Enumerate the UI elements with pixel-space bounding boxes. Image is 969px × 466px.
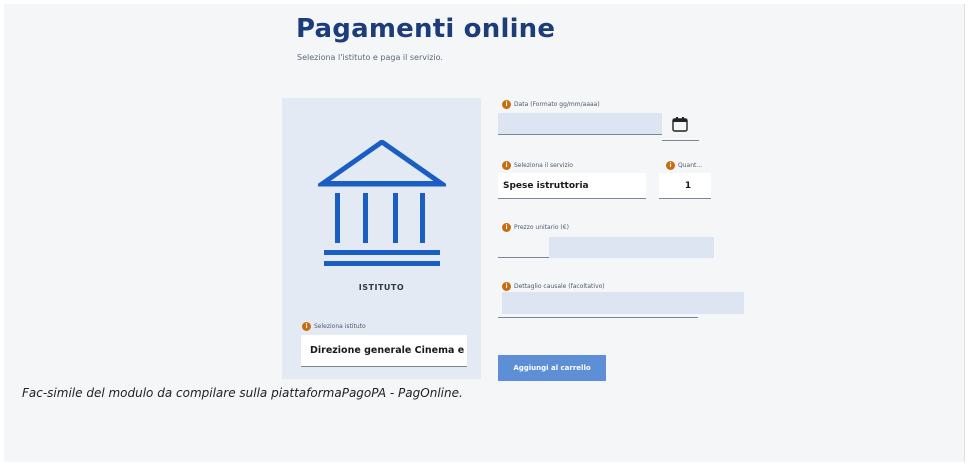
reason-label-text: Dettaglio causale (facoltativo): [514, 283, 605, 290]
add-to-cart-button[interactable]: Aggiungi al carrello: [498, 355, 606, 381]
page-title: Pagamenti online: [296, 14, 556, 44]
unit-price-input[interactable]: [549, 237, 714, 258]
unit-price-label-text: Prezzo unitario (€): [514, 224, 569, 231]
service-label: i Seleziona il servizio: [502, 161, 573, 170]
quantity-input-value: 1: [684, 180, 692, 191]
institute-select[interactable]: Direzione generale Cinema e au: [301, 335, 467, 367]
help-icon[interactable]: i: [502, 161, 511, 170]
date-input[interactable]: [498, 113, 662, 135]
reason-input[interactable]: [502, 292, 744, 314]
service-select-value: Spese istruttoria: [503, 180, 589, 191]
quantity-label-text: Quant...: [678, 162, 703, 169]
reason-label: i Dettaglio causale (facoltativo): [502, 282, 605, 291]
calendar-icon[interactable]: [672, 117, 688, 132]
quantity-label: i Quant...: [666, 161, 702, 170]
unit-price-label: i Prezzo unitario (€): [502, 223, 569, 232]
quantity-input[interactable]: 1: [659, 173, 711, 199]
service-label-text: Seleziona il servizio: [514, 162, 573, 169]
service-select[interactable]: Spese istruttoria: [498, 173, 646, 199]
figure-caption: Fac-simile del modulo da compilare sulla…: [22, 386, 463, 400]
date-label: i Data (Formato gg/mm/aaaa): [502, 100, 600, 109]
institute-select-label: i Seleziona istituto: [302, 322, 366, 331]
institute-select-value: Direzione generale Cinema e au: [310, 345, 467, 356]
help-icon[interactable]: i: [502, 100, 511, 109]
institute-label: ISTITUTO: [358, 283, 405, 292]
help-icon[interactable]: i: [666, 161, 675, 170]
bank-building-icon: [318, 140, 446, 266]
institute-select-label-text: Seleziona istituto: [314, 323, 366, 330]
page-subtitle: Seleziona l'istituto e paga il servizio.: [297, 53, 443, 62]
help-icon[interactable]: i: [502, 223, 511, 232]
help-icon[interactable]: i: [302, 322, 311, 331]
help-icon[interactable]: i: [502, 282, 511, 291]
date-label-text: Data (Formato gg/mm/aaaa): [514, 101, 600, 108]
